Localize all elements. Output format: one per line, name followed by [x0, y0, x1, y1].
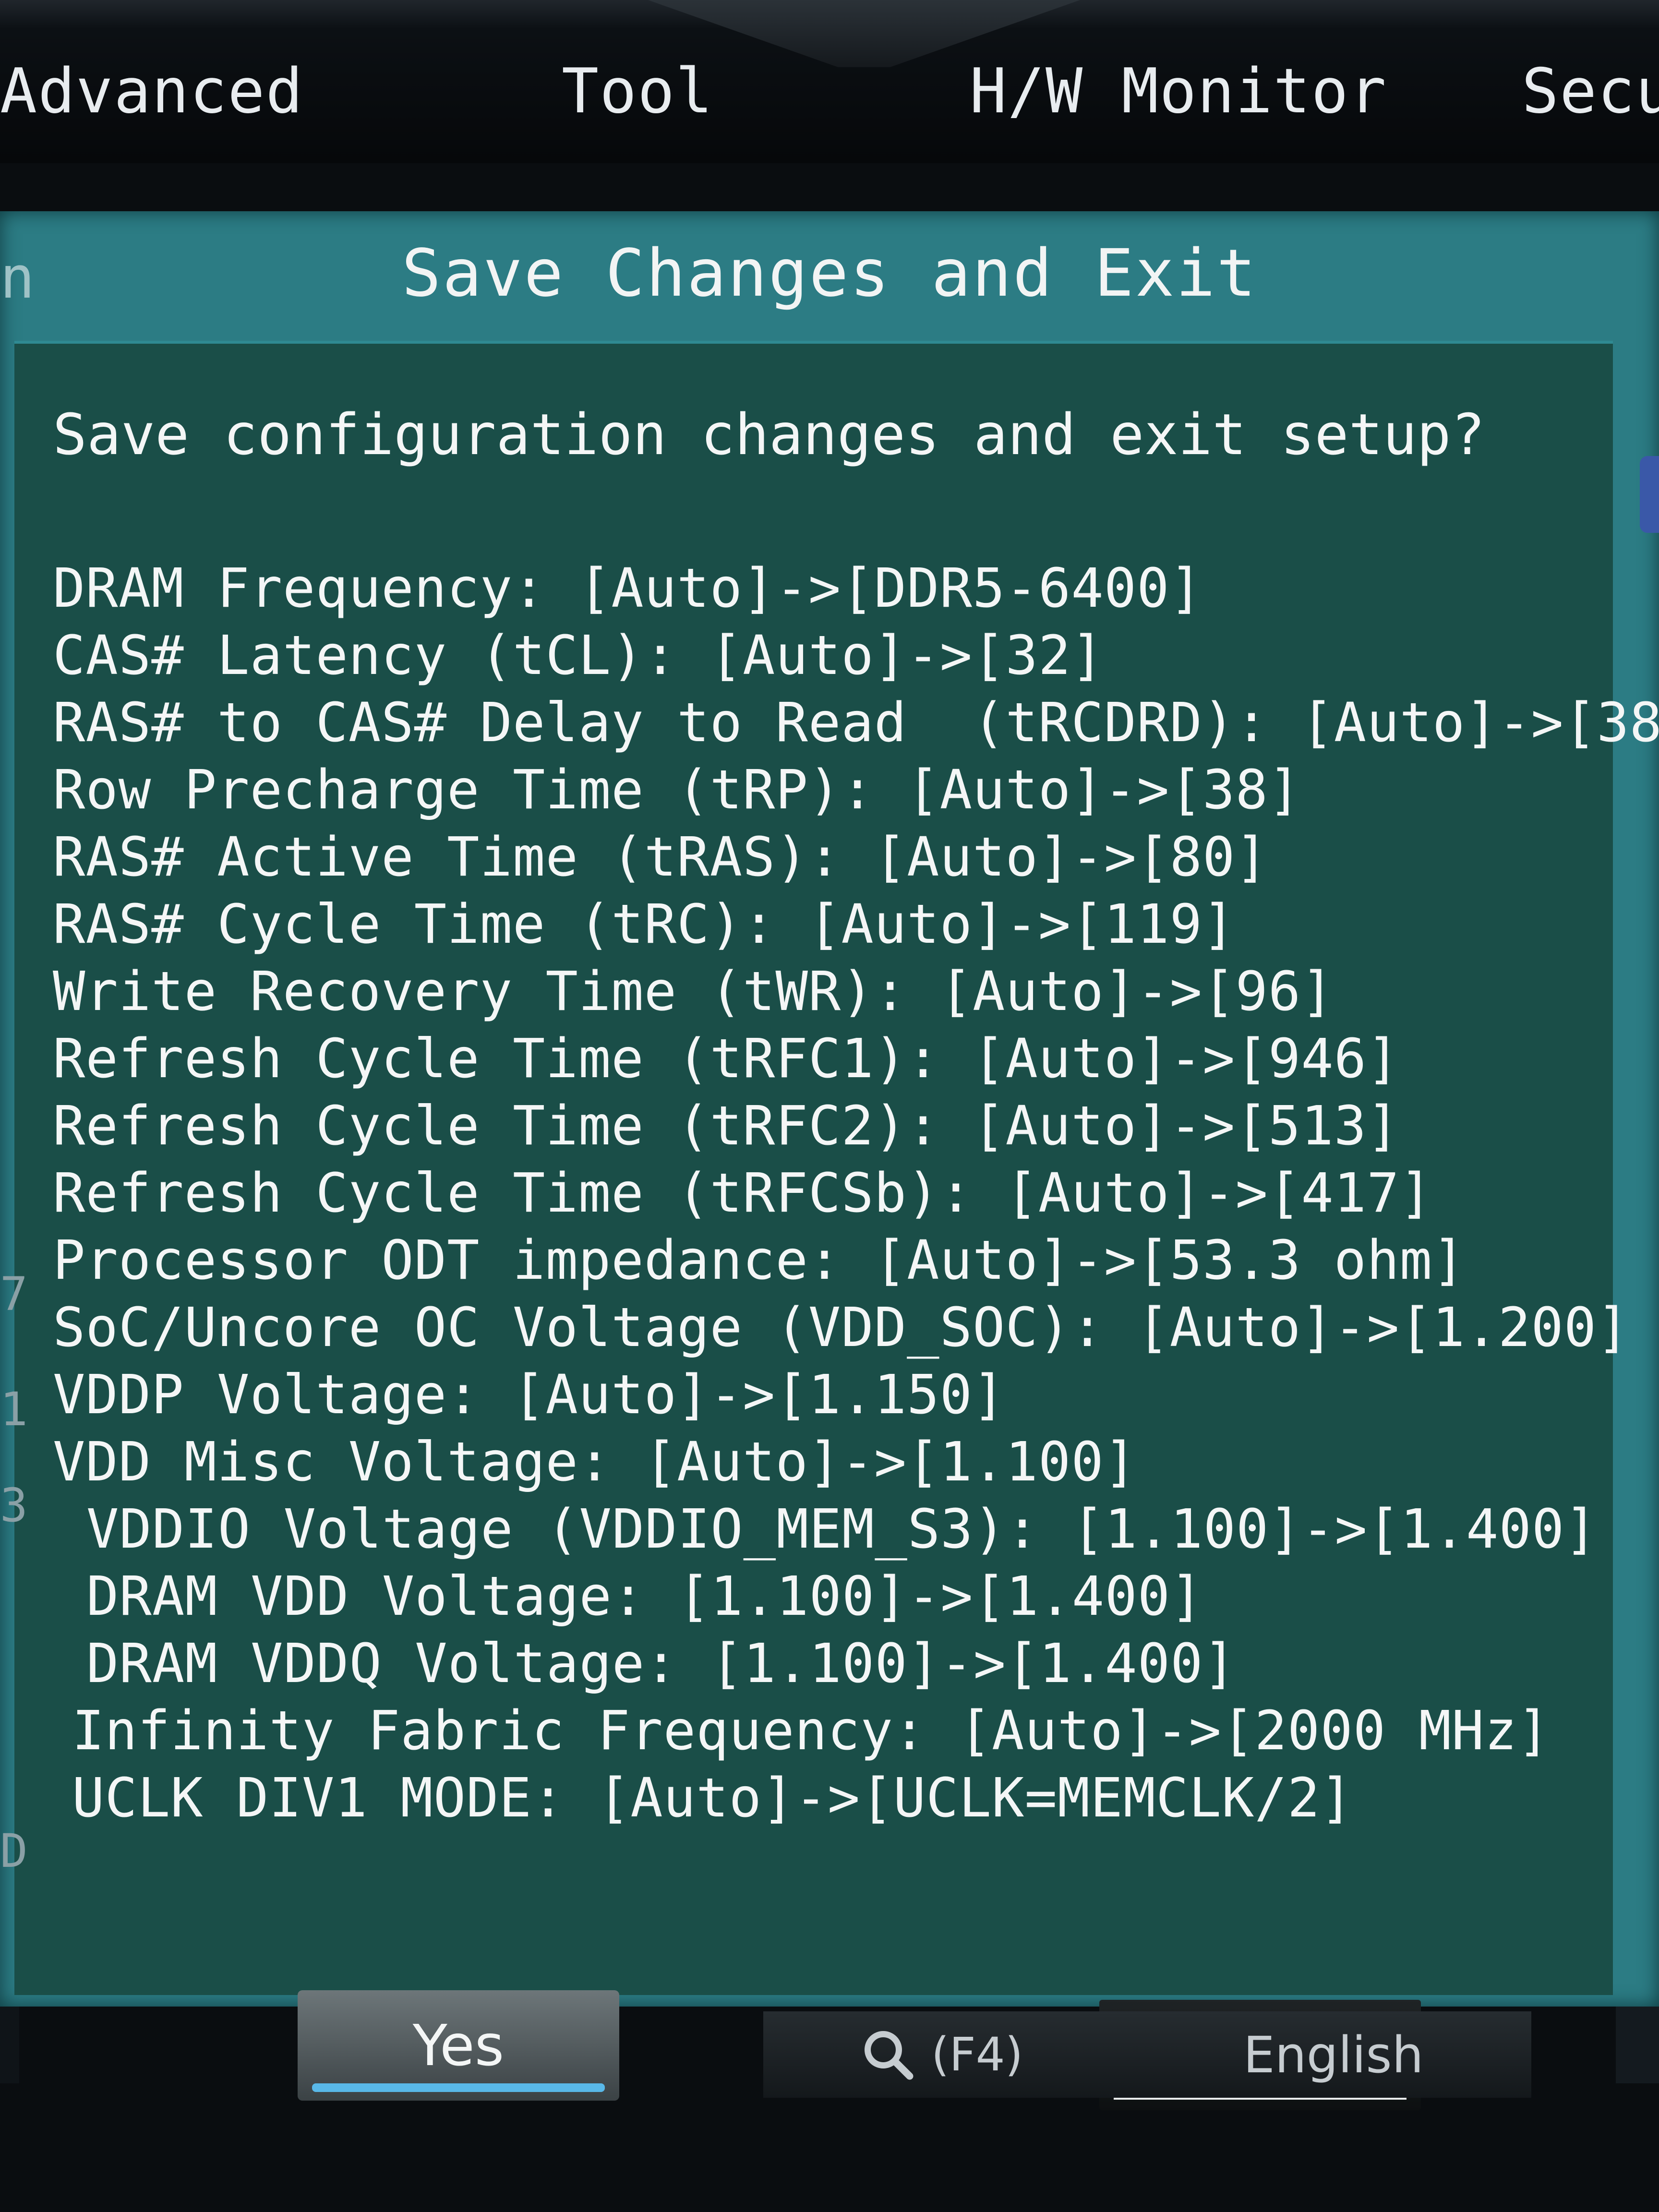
changes-list: DRAM Frequency: [Auto]->[DDR5-6400] CAS#…	[53, 555, 1659, 1832]
change-item: CAS# Latency (tCL): [Auto]->[32]	[53, 625, 1104, 687]
change-item: RAS# Cycle Time (tRC): [Auto]->[119]	[53, 893, 1236, 956]
tab-label: Tool	[562, 55, 714, 127]
tab-hw-monitor[interactable]: H/W Monitor	[970, 29, 1386, 154]
change-item: VDDP Voltage: [Auto]->[1.150]	[53, 1364, 1006, 1426]
change-item: Write Recovery Time (tWR): [Auto]->[96]	[53, 961, 1334, 1023]
change-item: RAS# Active Time (tRAS): [Auto]->[80]	[53, 826, 1268, 889]
dialog-title: Save Changes and Exit	[401, 236, 1258, 312]
language-selector[interactable]: English	[1243, 2026, 1424, 2084]
change-item: Refresh Cycle Time (tRFC2): [Auto]->[513…	[53, 1095, 1400, 1157]
scroll-indicator	[1640, 456, 1659, 533]
search-icon	[865, 2031, 914, 2080]
tab-label: H/W Monitor	[970, 55, 1387, 127]
change-item: VDDIO Voltage (VDDIO_MEM_S3): [1.100]->[…	[86, 1498, 1598, 1561]
yes-button[interactable]: Yes	[298, 1990, 619, 2101]
change-item: Refresh Cycle Time (tRFCSb): [Auto]->[41…	[53, 1162, 1433, 1225]
confirm-question: Save configuration changes and exit setu…	[53, 401, 1485, 468]
change-item: DRAM Frequency: [Auto]->[DDR5-6400]	[53, 557, 1203, 620]
save-exit-dialog: n Save Changes and Exit Save configurati…	[0, 211, 1659, 2110]
background-glyph: D	[0, 1824, 28, 1878]
tab-label: Advanced	[0, 55, 304, 127]
tab-label: Secur	[1522, 55, 1659, 127]
change-item: DRAM VDDQ Voltage: [1.100]->[1.400]	[86, 1633, 1237, 1695]
dialog-body: Save configuration changes and exit setu…	[14, 341, 1659, 2110]
change-item: Row Precharge Time (tRP): [Auto]->[38]	[53, 759, 1301, 821]
change-item: RAS# to CAS# Delay to Read (tRCDRD): [Au…	[53, 692, 1659, 754]
background-glyph: 1	[0, 1382, 28, 1436]
tab-advanced[interactable]: Advanced	[0, 29, 355, 154]
change-item: DRAM VDD Voltage: [1.100]->[1.400]	[86, 1565, 1203, 1628]
change-item: Processor ODT impedance: [Auto]->[53.3 o…	[53, 1229, 1466, 1292]
bottom-toolbar: (F4) English	[763, 2011, 1531, 2098]
background-glyph: 7	[0, 1267, 28, 1321]
change-item: UCLK DIV1 MODE: [Auto]->[UCLK=MEMCLK/2]	[72, 1767, 1353, 1829]
top-navigation-bar: Advanced Tool H/W Monitor Secur	[0, 0, 1659, 163]
tab-security[interactable]: Secur	[1522, 29, 1659, 154]
tab-tool[interactable]: Tool	[562, 29, 869, 154]
change-item: Refresh Cycle Time (tRFC1): [Auto]->[946…	[53, 1028, 1400, 1090]
focus-underline	[312, 2083, 605, 2092]
change-item: SoC/Uncore OC Voltage (VDD_SOC): [Auto]-…	[53, 1297, 1630, 1359]
background-glyph: 3	[0, 1479, 28, 1532]
yes-button-label: Yes	[412, 2012, 505, 2079]
search-button[interactable]: (F4)	[859, 2026, 1023, 2083]
search-shortcut: (F4)	[931, 2028, 1023, 2081]
change-item: VDD Misc Voltage: [Auto]->[1.100]	[53, 1431, 1137, 1493]
change-item: Infinity Fabric Frequency: [Auto]->[2000…	[72, 1700, 1551, 1762]
